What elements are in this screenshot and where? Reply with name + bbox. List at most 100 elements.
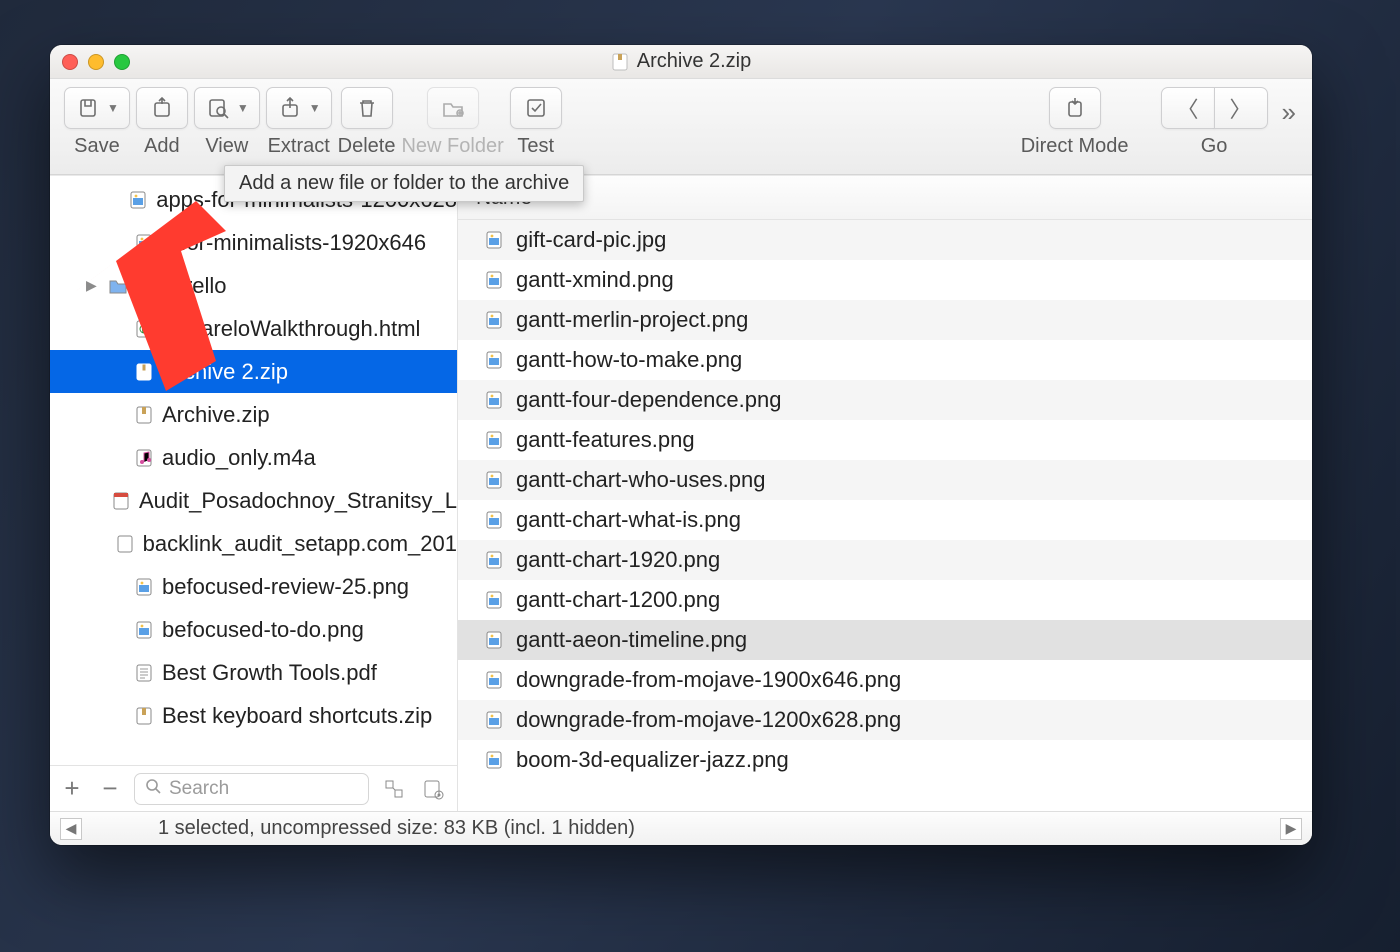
remove-item-button[interactable]: − [96, 773, 124, 804]
image-icon [134, 619, 154, 641]
file-name: boom-3d-equalizer-jazz.png [516, 747, 789, 773]
toolbar-direct-mode: Direct Mode [1021, 87, 1129, 158]
toolbar-delete: Delete [338, 87, 396, 158]
file-name: gantt-chart-1200.png [516, 587, 720, 613]
tree-item-label: aquarello [136, 273, 227, 299]
file-tree[interactable]: apps-for-minimalists-1200x628s-for-minim… [50, 176, 457, 765]
view-button[interactable]: ▼ [194, 87, 260, 129]
go-back-button[interactable]: 〈 [1161, 87, 1215, 129]
file-row[interactable]: gantt-xmind.png [458, 260, 1312, 300]
main-panel: Name gift-card-pic.jpg gantt-xmind.png gan… [458, 176, 1312, 811]
tree-item[interactable]: ▶ aquarello [50, 264, 457, 307]
toolbar-label: Go [1201, 135, 1228, 158]
toolbar: ▼ Save Add ▼ View ▼ Extract [50, 79, 1312, 175]
file-row[interactable]: downgrade-from-mojave-1200x628.png [458, 700, 1312, 740]
html-icon [134, 318, 154, 340]
zip-icon [134, 404, 154, 426]
file-row[interactable]: gantt-features.png [458, 420, 1312, 460]
tooltip: Add a new file or folder to the archive [224, 165, 584, 202]
pane-collapse-right-button[interactable]: ▶ [1280, 818, 1302, 840]
new-folder-button[interactable] [427, 87, 479, 129]
image-icon [484, 389, 504, 411]
chevron-down-icon: ▼ [237, 101, 249, 115]
tree-item[interactable]: befocused-to-do.png [50, 608, 457, 651]
image-icon [484, 749, 504, 771]
chevron-down-icon: ▼ [309, 101, 321, 115]
toolbar-view: ▼ View [194, 87, 260, 158]
add-item-button[interactable]: + [58, 773, 86, 804]
file-name: gantt-xmind.png [516, 267, 674, 293]
status-bar: ◀ 1 selected, uncompressed size: 83 KB (… [50, 811, 1312, 845]
image-icon [134, 232, 154, 254]
file-row[interactable]: gift-card-pic.jpg [458, 220, 1312, 260]
file-row[interactable]: gantt-four-dependence.png [458, 380, 1312, 420]
minimize-window-button[interactable] [88, 54, 104, 70]
file-row[interactable]: gantt-chart-1920.png [458, 540, 1312, 580]
tree-item[interactable]: befocused-review-25.png [50, 565, 457, 608]
image-icon [484, 469, 504, 491]
tree-item[interactable]: Best Growth Tools.pdf [50, 651, 457, 694]
toolbar-save: ▼ Save [64, 87, 130, 158]
zoom-window-button[interactable] [114, 54, 130, 70]
file-row[interactable]: gantt-chart-who-uses.png [458, 460, 1312, 500]
disclosure-triangle-icon[interactable]: ▶ [86, 277, 100, 294]
file-row[interactable]: gantt-how-to-make.png [458, 340, 1312, 380]
file-row[interactable]: downgrade-from-mojave-1900x646.png [458, 660, 1312, 700]
search-input[interactable]: Search [134, 773, 369, 805]
tree-item-label: backlink_audit_setapp.com_201 [143, 531, 457, 557]
image-icon [484, 229, 504, 251]
file-name: gantt-merlin-project.png [516, 307, 748, 333]
folder-icon [108, 275, 128, 297]
file-row[interactable]: gantt-chart-1200.png [458, 580, 1312, 620]
compress-tool-button[interactable] [379, 778, 409, 800]
image-icon [484, 509, 504, 531]
add-button[interactable] [136, 87, 188, 129]
zip-icon [134, 361, 154, 383]
search-placeholder: Search [169, 778, 229, 800]
image-icon [484, 629, 504, 651]
test-button[interactable] [510, 87, 562, 129]
tree-item[interactable]: Audit_Posadochnoy_Stranitsy_L [50, 479, 457, 522]
go-forward-button[interactable]: 〉 [1214, 87, 1268, 129]
toolbar-extract: ▼ Extract [266, 87, 332, 158]
archive-icon [611, 52, 629, 72]
app-window: Archive 2.zip ▼ Save Add ▼ View [50, 45, 1312, 845]
close-window-button[interactable] [62, 54, 78, 70]
tree-item[interactable]: audio_only.m4a [50, 436, 457, 479]
image-icon [484, 269, 504, 291]
file-name: gantt-chart-1920.png [516, 547, 720, 573]
delete-button[interactable] [341, 87, 393, 129]
tree-item-label: befocused-review-25.png [162, 574, 409, 600]
tree-item[interactable]: Archive.zip [50, 393, 457, 436]
tree-item[interactable]: Archive 2.zip [50, 350, 457, 393]
pane-collapse-left-button[interactable]: ◀ [60, 818, 82, 840]
toolbar-label: Direct Mode [1021, 135, 1129, 158]
file-name: gantt-features.png [516, 427, 695, 453]
file-list[interactable]: gift-card-pic.jpg gantt-xmind.png gantt-me… [458, 220, 1312, 811]
file-row[interactable]: boom-3d-equalizer-jazz.png [458, 740, 1312, 780]
file-row[interactable]: gantt-aeon-timeline.png [458, 620, 1312, 660]
file-row[interactable]: gantt-chart-what-is.png [458, 500, 1312, 540]
toolbar-label: Save [74, 135, 120, 158]
preview-tool-button[interactable] [419, 778, 449, 800]
tree-item-label: Best keyboard shortcuts.zip [162, 703, 432, 729]
extract-button[interactable]: ▼ [266, 87, 332, 129]
image-icon [484, 549, 504, 571]
tree-item[interactable]: AquareloWalkthrough.html [50, 307, 457, 350]
file-name: gift-card-pic.jpg [516, 227, 666, 253]
doc-icon [111, 490, 131, 512]
file-name: gantt-aeon-timeline.png [516, 627, 747, 653]
toolbar-overflow-button[interactable]: » [1274, 87, 1300, 128]
tree-item[interactable]: Best keyboard shortcuts.zip [50, 694, 457, 737]
toolbar-label: Extract [268, 135, 330, 158]
tree-item[interactable]: s-for-minimalists-1920x646 [50, 221, 457, 264]
file-row[interactable]: gantt-merlin-project.png [458, 300, 1312, 340]
file-name: gantt-chart-what-is.png [516, 507, 741, 533]
image-icon [484, 669, 504, 691]
toolbar-label: Add [144, 135, 180, 158]
tree-item[interactable]: backlink_audit_setapp.com_201 [50, 522, 457, 565]
image-icon [484, 709, 504, 731]
direct-mode-button[interactable] [1049, 87, 1101, 129]
save-button[interactable]: ▼ [64, 87, 130, 129]
column-header-name[interactable]: Name [458, 176, 1312, 220]
